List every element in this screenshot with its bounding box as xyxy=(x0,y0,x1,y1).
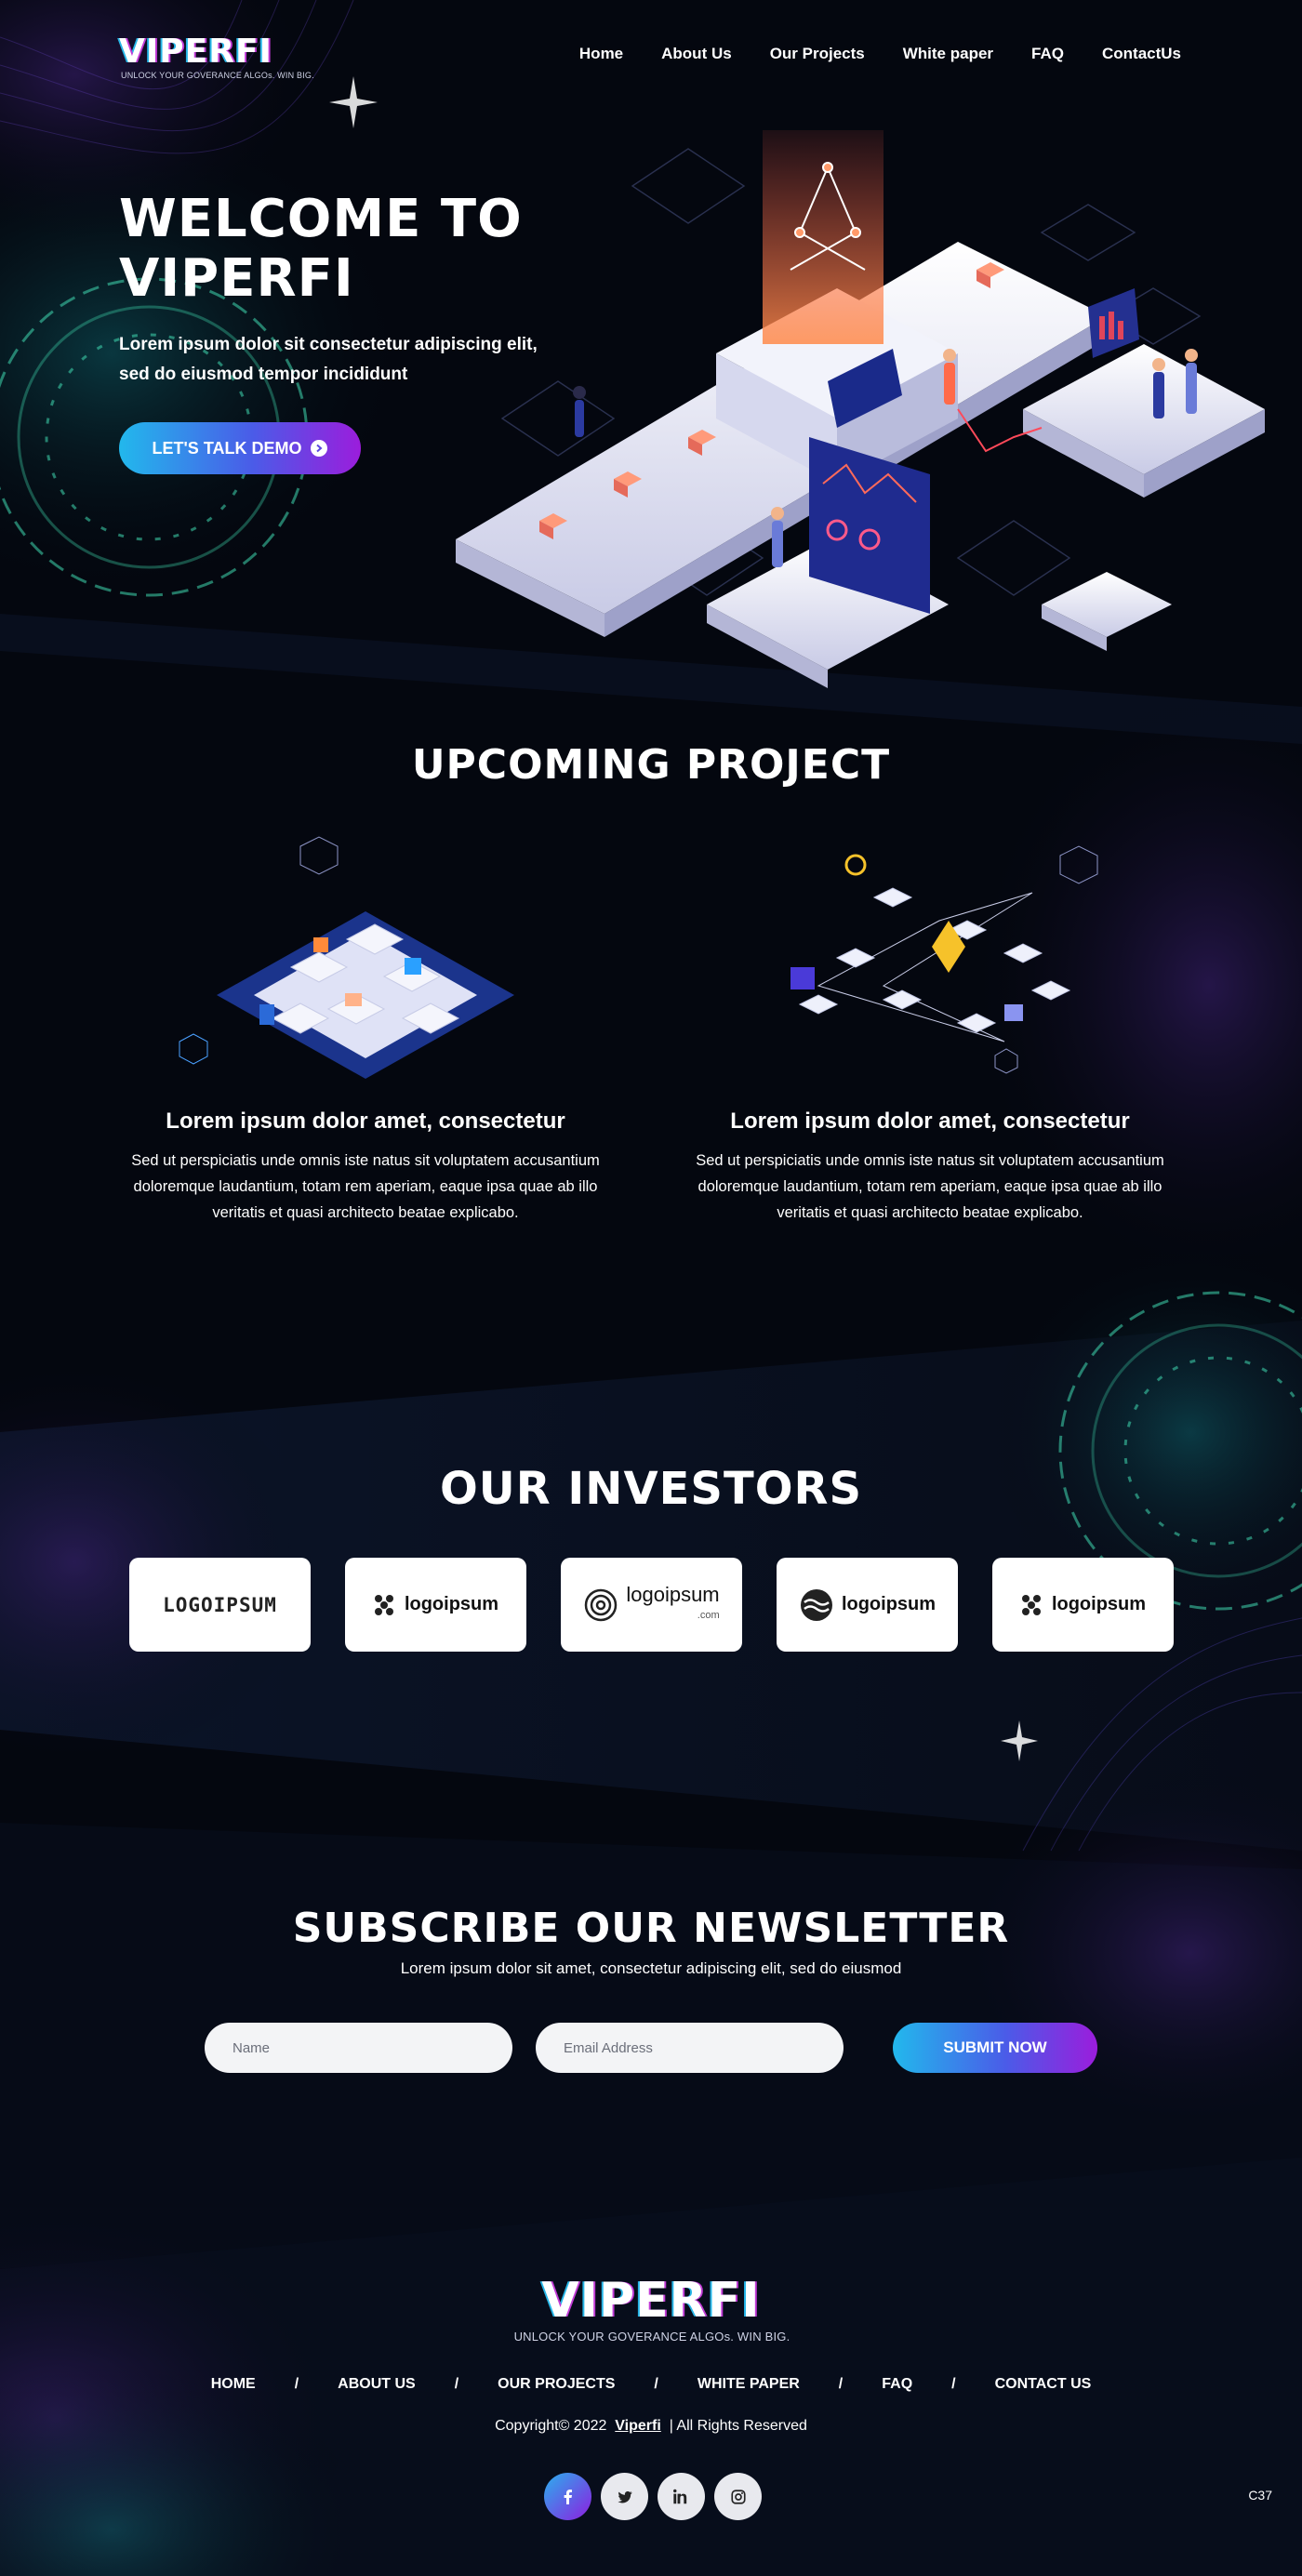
footer-logo[interactable]: VIPERFI UNLOCK YOUR GOVERANCE ALGOs. WIN… xyxy=(0,2276,1302,2344)
investor-logo-wordmark: LOGOIPSUM xyxy=(163,1593,277,1616)
investor-logo-card[interactable]: logoipsum xyxy=(992,1558,1174,1652)
project-title: Lorem ipsum dolor amet, consectetur xyxy=(730,1109,1130,1134)
footer-logo-wordmark: VIPERFI xyxy=(541,2273,761,2329)
project-illustration-network xyxy=(790,845,1098,1074)
corner-code: C37 xyxy=(1248,2488,1272,2503)
logo-tagline: UNLOCK YOUR GOVERANCE ALGOs. WIN BIG. xyxy=(121,71,314,80)
copyright-brand-link[interactable]: Viperfi xyxy=(615,2418,661,2434)
name-input[interactable] xyxy=(205,2023,512,2073)
footer-nav-separator: / xyxy=(294,2376,299,2392)
nav-faq[interactable]: FAQ xyxy=(1031,45,1064,63)
page: VIPERFI UNLOCK YOUR GOVERANCE ALGOs. WIN… xyxy=(0,0,1302,2576)
nav-home[interactable]: Home xyxy=(579,45,623,63)
investor-logo-card[interactable]: logoipsum xyxy=(777,1558,958,1652)
copyright-suffix: | All Rights Reserved xyxy=(669,2418,807,2434)
twitter-icon xyxy=(618,2490,632,2503)
hero-isometric-illustration xyxy=(456,130,1265,688)
footer-nav-about-us[interactable]: ABOUT US xyxy=(338,2376,416,2393)
investor-logo-wordmark: logoipsum xyxy=(1051,1594,1147,1614)
header-logo[interactable]: VIPERFI UNLOCK YOUR GOVERANCE ALGOs. WIN… xyxy=(119,33,314,81)
instagram-button[interactable] xyxy=(714,2473,762,2520)
upcoming-project-title: UPCOMING PROJECT xyxy=(411,741,891,789)
linkedin-button[interactable] xyxy=(658,2473,705,2520)
footer-logo-tagline: UNLOCK YOUR GOVERANCE ALGOs. WIN BIG. xyxy=(513,2330,790,2344)
investor-logo-card[interactable]: logoipsum xyxy=(345,1558,526,1652)
footer-nav-separator: / xyxy=(654,2376,658,2392)
talk-demo-button[interactable]: LET'S TALK DEMO xyxy=(119,422,361,474)
nav-contact-us[interactable]: ContactUs xyxy=(1102,45,1181,63)
footer-nav-separator: / xyxy=(454,2376,459,2392)
logoipsum-ring-icon xyxy=(585,1588,618,1621)
investor-logo-text: logoipsum .com xyxy=(626,1582,720,1626)
facebook-icon xyxy=(564,2489,572,2504)
footer-nav-white-paper[interactable]: WHITE PAPER xyxy=(698,2376,800,2393)
logoipsum-wave-icon xyxy=(800,1588,832,1621)
copyright-prefix: Copyright© 2022 xyxy=(495,2418,607,2434)
footer-nav: HOME / ABOUT US / OUR PROJECTS / WHITE P… xyxy=(0,2376,1302,2393)
footer-nav-home[interactable]: HOME xyxy=(211,2376,256,2393)
copyright: Copyright© 2022 Viperfi | All Rights Res… xyxy=(0,2418,1302,2435)
project-card: Lorem ipsum dolor amet, consectetur Sed … xyxy=(105,828,626,1226)
footer-nav-separator: / xyxy=(951,2376,956,2392)
project-description: Sed ut perspiciatis unde omnis iste natu… xyxy=(131,1152,600,1221)
hero-title-line2: VIPERFI xyxy=(119,248,354,309)
investors-title: OUR INVESTORS xyxy=(439,1463,863,1515)
footer-nav-our-projects[interactable]: OUR PROJECTS xyxy=(498,2376,615,2393)
submit-now-button[interactable]: SUBMIT NOW xyxy=(893,2023,1097,2073)
nav-white-paper[interactable]: White paper xyxy=(903,45,993,63)
project-illustration-blocks xyxy=(179,836,514,1079)
footer-nav-separator: / xyxy=(838,2376,844,2392)
arrow-right-circle-icon xyxy=(311,440,328,457)
logo-wordmark: VIPERFI xyxy=(119,33,272,71)
main-nav: Home About Us Our Projects White paper F… xyxy=(579,45,1181,63)
investor-logo-card[interactable]: LOGOIPSUM xyxy=(129,1558,311,1652)
project-description: Sed ut perspiciatis unde omnis iste natu… xyxy=(696,1152,1164,1221)
project-card: Lorem ipsum dolor amet, consectetur Sed … xyxy=(670,828,1190,1226)
logoipsum-dots-icon xyxy=(374,1594,393,1615)
nav-about-us[interactable]: About Us xyxy=(661,45,732,63)
investor-logo-wordmark: logoipsum xyxy=(841,1594,937,1614)
instagram-icon xyxy=(730,2489,746,2504)
twitter-button[interactable] xyxy=(601,2473,648,2520)
footer-nav-contact-us[interactable]: CONTACT US xyxy=(995,2376,1092,2393)
social-links xyxy=(544,2473,762,2520)
investor-logos: LOGOIPSUM logoipsum logoipsum .com logoi… xyxy=(129,1558,1174,1652)
investor-logo-wordmark: logoipsum xyxy=(404,1594,499,1614)
nav-our-projects[interactable]: Our Projects xyxy=(770,45,865,63)
investor-logo-wordmark: logoipsum xyxy=(626,1582,720,1606)
facebook-button[interactable] xyxy=(544,2473,591,2520)
newsletter-subtitle: Lorem ipsum dolor sit amet, consectetur … xyxy=(400,1959,902,1977)
newsletter-title: SUBSCRIBE OUR NEWSLETTER xyxy=(292,1905,1010,1952)
linkedin-icon xyxy=(673,2489,687,2504)
investor-logo-suffix: .com xyxy=(697,1609,720,1621)
project-title: Lorem ipsum dolor amet, consectetur xyxy=(166,1109,565,1134)
talk-demo-label: LET'S TALK DEMO xyxy=(152,438,302,458)
investor-logo-card[interactable]: logoipsum .com xyxy=(561,1558,742,1652)
logoipsum-dots-icon xyxy=(1021,1594,1041,1615)
email-input[interactable] xyxy=(536,2023,844,2073)
footer-nav-faq[interactable]: FAQ xyxy=(882,2376,912,2393)
site-header: VIPERFI UNLOCK YOUR GOVERANCE ALGOs. WIN… xyxy=(0,0,1302,112)
